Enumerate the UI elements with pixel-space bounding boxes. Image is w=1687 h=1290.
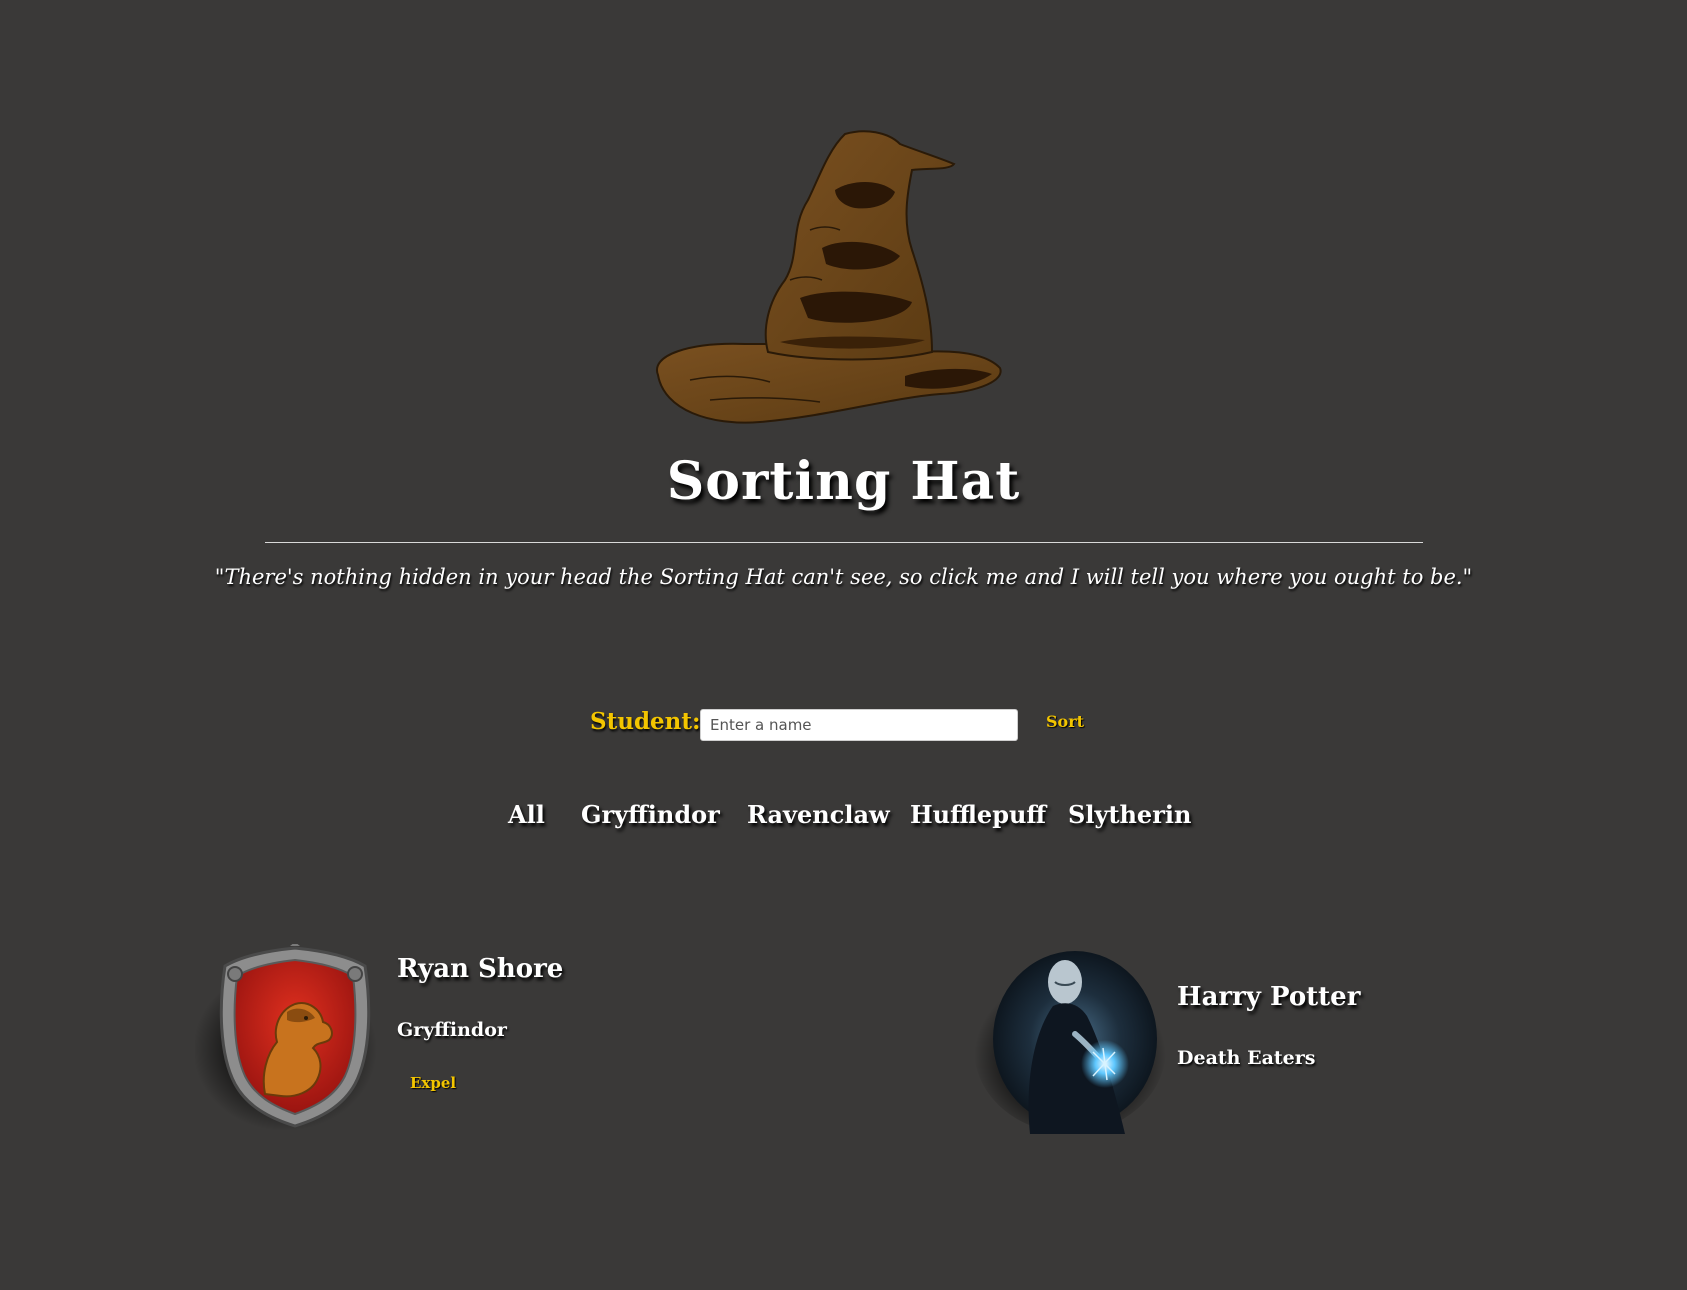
divider [265,542,1423,543]
student-form: Student: Sort [0,706,1687,746]
sorting-hat-quote: "There's nothing hidden in your head the… [214,565,1473,589]
filter-slytherin-button[interactable]: Slytherin [1068,800,1191,829]
student-card: Ryan Shore Gryffindor Expel [193,942,695,1144]
filter-hufflepuff-button[interactable]: Hufflepuff [910,800,1046,829]
filter-all-button[interactable]: All [508,800,545,829]
page: Sorting Hat "There's nothing hidden in y… [0,0,1687,1290]
filter-ravenclaw-button[interactable]: Ravenclaw [747,800,890,829]
student-house: Death Eaters [1177,1047,1316,1069]
student-name-input[interactable] [700,709,1018,741]
house-filter-bar: All Gryffindor Ravenclaw Hufflepuff Slyt… [0,800,1687,840]
sorting-hat-image[interactable] [650,130,1020,430]
filter-gryffindor-button[interactable]: Gryffindor [581,800,720,829]
sort-button[interactable]: Sort [1046,712,1084,731]
page-title: Sorting Hat [666,451,1021,512]
student-name: Ryan Shore [397,954,564,984]
gryffindor-crest-icon [193,942,385,1138]
student-card: Harry Potter Death Eaters [974,944,1475,1144]
student-name: Harry Potter [1177,982,1361,1012]
student-label: Student: [590,708,701,735]
expel-button[interactable]: Expel [410,1074,456,1092]
student-house: Gryffindor [397,1019,507,1041]
death-eater-portrait-icon [974,944,1175,1138]
